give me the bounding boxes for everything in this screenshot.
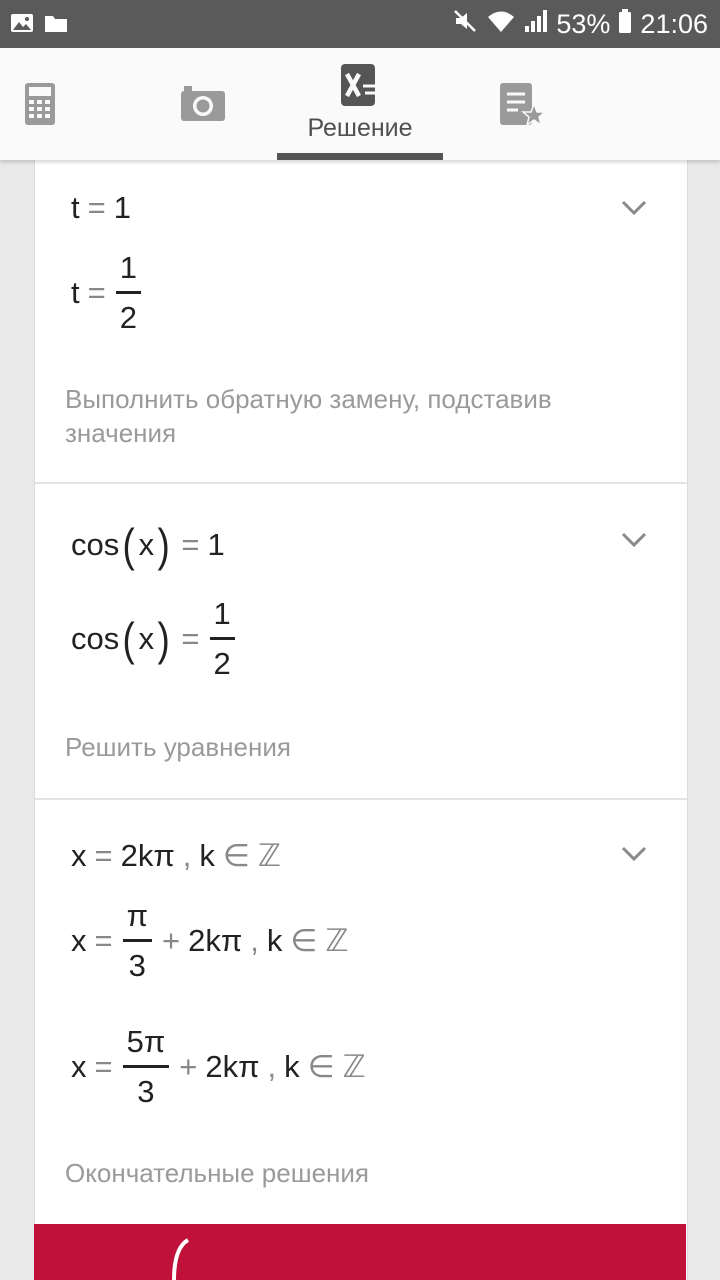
- active-tab-indicator: [277, 153, 443, 160]
- step-2[interactable]: cos(x) = 1 cos(x) = 12 Решить уравнения: [35, 482, 687, 800]
- math-line: x = π3 +2kπ, k ∈ ℤ: [71, 898, 349, 983]
- calculator-icon: [24, 82, 56, 131]
- math-line: cos(x) = 12: [71, 596, 237, 681]
- fraction: 5π 3: [122, 1024, 170, 1109]
- solution-card: t = 1 t = 12 Выполнить обратную замену, под…: [34, 160, 688, 1280]
- bottom-action-bar[interactable]: [34, 1224, 686, 1280]
- battery-icon: [618, 8, 632, 41]
- step-3[interactable]: x = 2kπ, k ∈ ℤ x = π3 +2kπ, k ∈ ℤ x = 5π 3 +2kπ, k ∈ ℤ…: [35, 798, 687, 1228]
- tab-solution[interactable]: Решение: [277, 48, 443, 160]
- camera-icon: [180, 84, 226, 127]
- top-toolbar: Решение: [0, 48, 720, 160]
- battery-percent: 53%: [556, 8, 611, 39]
- chevron-down-icon[interactable]: [621, 200, 647, 216]
- math-line: t = 12: [71, 250, 143, 335]
- solution-x-icon: [341, 64, 381, 111]
- favorites-tab[interactable]: [490, 48, 570, 160]
- math-line: t = 1: [71, 190, 131, 225]
- bottom-bar-icon: [172, 1238, 190, 1280]
- step-hint: Решить уравнения: [65, 732, 291, 762]
- notebook-star-icon: [498, 82, 548, 133]
- fraction: 12: [209, 596, 235, 681]
- step-hint: Окончательные решения: [65, 1158, 370, 1188]
- math-line: x = 5π 3 +2kπ, k ∈ ℤ: [71, 1024, 366, 1109]
- math-line: cos(x) = 1: [71, 519, 225, 571]
- fraction: 12: [115, 250, 141, 335]
- wifi-icon: [486, 8, 516, 41]
- folder-notification-icon: [44, 12, 68, 34]
- math-line: x = 2kπ, k ∈ ℤ: [71, 838, 281, 873]
- tab-solution-label: Решение: [307, 114, 413, 142]
- chevron-down-icon[interactable]: [621, 532, 647, 548]
- step-hint: Выполнить обратную замену, подставив зна…: [65, 384, 552, 448]
- image-notification-icon: [10, 12, 34, 34]
- calculator-tab[interactable]: [0, 48, 80, 160]
- camera-tab[interactable]: [160, 48, 250, 160]
- step-1[interactable]: t = 1 t = 12 Выполнить обратную замену, под…: [35, 160, 687, 484]
- signal-icon: [524, 8, 548, 41]
- chevron-down-icon[interactable]: [621, 846, 647, 862]
- status-bar: 53% 21:06: [0, 0, 720, 48]
- fraction: π3: [122, 898, 152, 983]
- mute-icon: [452, 8, 478, 41]
- clock: 21:06: [640, 8, 708, 39]
